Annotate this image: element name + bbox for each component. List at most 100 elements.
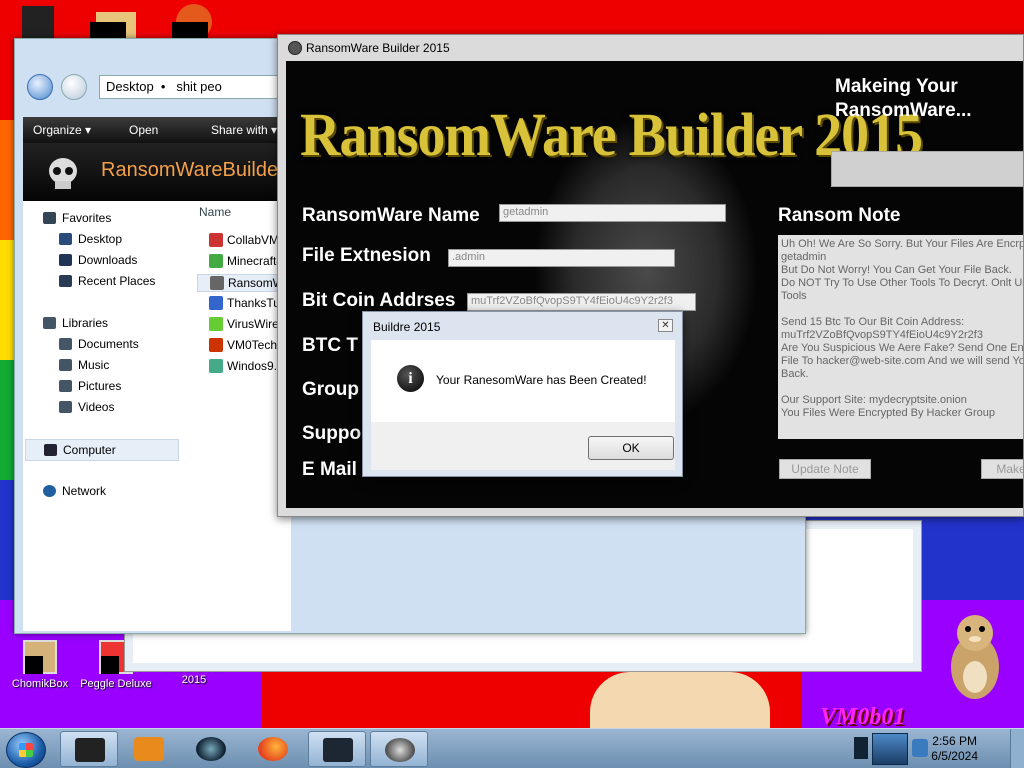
file-icon <box>209 317 223 331</box>
update-note-button[interactable]: Update Note <box>779 459 871 479</box>
field-label: Suppo <box>302 423 362 444</box>
network-tray-icon[interactable] <box>912 739 928 757</box>
window-title: RansomWare Builder 2015 <box>306 41 450 55</box>
file-icon <box>210 276 224 290</box>
field-label: RansomWare Name <box>302 205 480 226</box>
dialog-footer: OK <box>371 422 675 470</box>
file-icon <box>209 296 223 310</box>
start-button[interactable] <box>6 732 46 768</box>
skull-icon <box>49 158 77 189</box>
progress-bar <box>831 151 1023 187</box>
hamster-mascot-image <box>951 615 999 699</box>
tray-app-icon[interactable] <box>872 733 908 765</box>
downloads-icon <box>59 254 72 266</box>
file-item[interactable]: Minecraft4 <box>209 254 283 268</box>
network-icon <box>43 485 56 497</box>
file-item[interactable]: VM0Techn <box>209 338 284 352</box>
file-item[interactable]: Windos9.e <box>209 359 284 373</box>
file-extension-input[interactable]: .admin <box>448 249 675 267</box>
nav-videos[interactable]: Videos <box>59 400 114 414</box>
ok-button[interactable]: OK <box>588 436 674 460</box>
clock-date: 6/5/2024 <box>931 749 978 763</box>
pictures-icon <box>59 380 72 392</box>
clock-time: 2:56 PM <box>932 734 977 748</box>
breadcrumb-desktop[interactable]: Desktop <box>106 79 154 94</box>
back-button[interactable] <box>27 74 53 100</box>
taskbar: 2:56 PM 6/5/2024 <box>0 728 1024 768</box>
open-button[interactable]: Open <box>129 123 158 137</box>
address-field[interactable]: Desktop • shit peo <box>99 75 299 99</box>
forward-button[interactable] <box>61 74 87 100</box>
nav-downloads[interactable]: Downloads <box>59 253 137 267</box>
desktop-icon-label: Peggle Deluxe <box>80 678 152 690</box>
tray-arrow-icon[interactable] <box>854 737 868 759</box>
show-desktop-button[interactable] <box>1010 729 1024 768</box>
field-label: Bit Coin Addrses <box>302 290 456 311</box>
nav-network[interactable]: Network <box>43 484 106 498</box>
nav-favorites[interactable]: Favorites <box>43 211 111 225</box>
taskbar-ransomware-builder[interactable] <box>370 731 428 767</box>
explorer-body: Favorites Desktop Downloads Recent Place… <box>23 201 291 631</box>
status-text: Makeing Your RansomWare... <box>835 76 972 121</box>
explorer-toolbar: Organize ▾ Open Share with ▾ <box>23 117 291 143</box>
nav-music[interactable]: Music <box>59 358 109 372</box>
file-item-selected[interactable]: RansomW <box>197 274 286 292</box>
file-icon <box>209 359 223 373</box>
message-dialog: Buildre 2015 ✕ i Your RanesomWare has Be… <box>362 311 683 477</box>
taskbar-explorer[interactable] <box>60 731 118 767</box>
preview-header: RansomWareBuilde <box>23 143 291 201</box>
dialog-body: i Your RanesomWare has Been Created! <box>371 340 675 422</box>
dialog-title: Buildre 2015 <box>373 320 441 334</box>
music-icon <box>59 359 72 371</box>
nav-desktop[interactable]: Desktop <box>59 232 122 246</box>
star-icon <box>43 212 56 224</box>
column-header-name[interactable]: Name <box>199 205 231 219</box>
taskbar-media-player[interactable] <box>120 731 178 767</box>
recent-places-icon <box>59 275 72 287</box>
taskbar-globe[interactable] <box>182 731 240 767</box>
desktop-top-icons <box>22 4 212 40</box>
window-titlebar[interactable]: RansomWare Builder 2015 <box>278 35 1023 61</box>
skull-icon <box>385 738 415 762</box>
field-label: Group <box>302 379 359 400</box>
nav-libraries[interactable]: Libraries <box>43 316 108 330</box>
address-bar-area: Desktop • shit peo <box>23 69 299 103</box>
chomikbox-icon <box>23 640 57 674</box>
taskbar-firefox[interactable] <box>244 731 302 767</box>
field-label: E Mail <box>302 459 357 480</box>
firefox-icon <box>258 737 288 761</box>
folder-icon <box>75 738 105 762</box>
share-with-button[interactable]: Share with ▾ <box>211 123 277 137</box>
builder-logo: RansomWare Builder 2015 <box>300 100 923 170</box>
preview-title: RansomWareBuilde <box>101 159 279 181</box>
nav-documents[interactable]: Documents <box>59 337 139 351</box>
file-item[interactable]: ThanksTur <box>209 296 284 310</box>
computer-icon <box>44 444 57 456</box>
nav-pictures[interactable]: Pictures <box>59 379 121 393</box>
nav-computer[interactable]: Computer <box>25 439 179 461</box>
bitcoin-address-input[interactable]: muTrf2VZoBfQvopS9TY4fEioU4c9Y2r2f3 <box>467 293 696 311</box>
ransom-note-textarea[interactable]: Uh Oh! We Are So Sorry. But Your Files A… <box>778 235 1023 439</box>
file-item[interactable]: CollabVME <box>209 233 287 247</box>
desktop-wallpaper-figure <box>590 672 770 730</box>
app-icon <box>288 41 302 55</box>
field-label: File Extnesion <box>302 245 431 266</box>
clock[interactable]: 2:56 PM 6/5/2024 <box>931 734 978 764</box>
ransomware-name-input[interactable]: getadmin <box>499 204 726 222</box>
desktop-icon <box>59 233 72 245</box>
videos-icon <box>59 401 72 413</box>
nav-recent-places[interactable]: Recent Places <box>59 274 155 288</box>
file-icon <box>209 254 223 268</box>
libraries-icon <box>43 317 56 329</box>
desktop-icon-chomikbox[interactable]: ChomikBox <box>0 640 80 690</box>
ransom-note-label: Ransom Note <box>778 205 901 226</box>
field-label: BTC T <box>302 335 358 356</box>
breadcrumb-folder[interactable]: shit peo <box>176 79 222 94</box>
organize-button[interactable]: Organize ▾ <box>33 123 91 137</box>
taskbar-app[interactable] <box>308 731 366 767</box>
close-icon[interactable]: ✕ <box>658 319 673 332</box>
dialog-message: Your RanesomWare has Been Created! <box>436 373 647 387</box>
file-icon <box>209 338 223 352</box>
documents-icon <box>59 338 72 350</box>
make-button[interactable]: Make <box>981 459 1023 479</box>
